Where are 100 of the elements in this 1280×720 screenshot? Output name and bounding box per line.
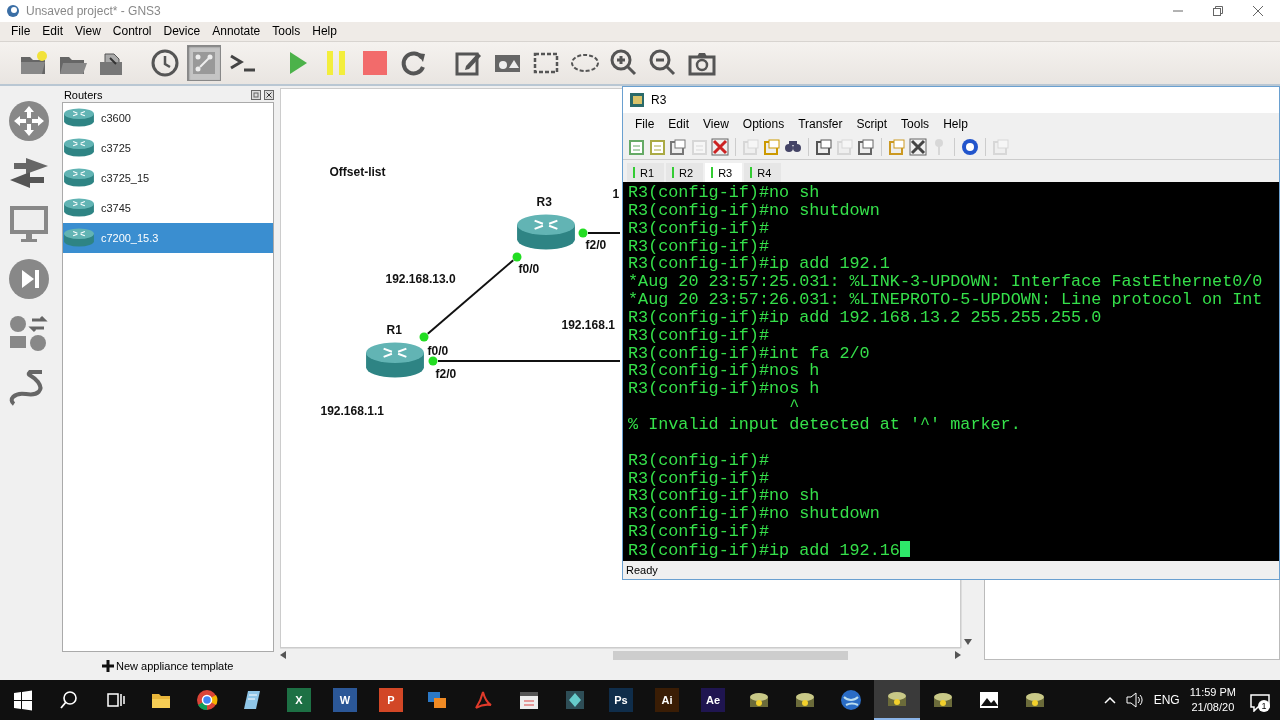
- routers-category-button[interactable]: [7, 99, 50, 142]
- disconnect-icon[interactable]: [711, 138, 729, 156]
- windows-icon: [12, 689, 34, 711]
- terminal-line: R3(config-if)#ip add 192.16: [628, 540, 900, 560]
- notification-count: 1: [1258, 700, 1270, 712]
- menu-item[interactable]: Help: [937, 117, 974, 131]
- terminal-line: R3(config-if)#nos h: [628, 379, 820, 399]
- app-tile-icon: Ae: [701, 688, 725, 712]
- chevron-up-icon[interactable]: [1103, 696, 1116, 704]
- session-tab[interactable]: R1: [627, 163, 665, 182]
- scroll-right-icon[interactable]: [954, 651, 961, 660]
- template-name: c7200_15.3: [100, 231, 159, 244]
- node-name: R1: [386, 322, 402, 337]
- menu-item[interactable]: View: [70, 24, 106, 39]
- terminal-line: R3(config-if)#: [628, 522, 769, 542]
- terminal-line: R3(config-if)#no sh: [628, 486, 820, 506]
- menu-item[interactable]: Options: [736, 117, 791, 131]
- search-icon: [58, 689, 80, 711]
- restore-icon[interactable]: [1212, 4, 1224, 17]
- print-setup-icon[interactable]: [815, 138, 833, 156]
- end-devices-category-button[interactable]: [7, 203, 50, 244]
- menu-item[interactable]: Help: [307, 24, 342, 39]
- session-tab[interactable]: R2: [666, 163, 704, 182]
- menu-item[interactable]: View: [697, 117, 735, 131]
- status-text: Ready: [625, 563, 659, 578]
- terminal-line: R3(config-if)#no shutdown: [628, 504, 880, 524]
- taskbar-app-button[interactable]: W: [322, 680, 368, 720]
- interface-label: f0/0: [427, 343, 449, 358]
- help-icon[interactable]: [961, 138, 979, 156]
- menu-item[interactable]: Annotate: [207, 24, 266, 39]
- taskbar-app-button[interactable]: [874, 680, 920, 720]
- settings-icon[interactable]: [909, 138, 927, 156]
- notification-icon[interactable]: [1250, 694, 1270, 712]
- printer-icon[interactable]: [857, 138, 875, 156]
- taskbar-app-button[interactable]: Ai: [644, 680, 690, 720]
- folder-icon[interactable]: [669, 138, 687, 156]
- router-template-item[interactable]: c7200_15.3: [62, 222, 273, 253]
- menu-item[interactable]: Device: [158, 24, 206, 39]
- interface-labels-button[interactable]: [187, 44, 221, 81]
- router-template-item[interactable]: c3745: [62, 192, 273, 223]
- app-tile-icon: X: [287, 688, 311, 712]
- network-label: 192.168.13.0: [385, 271, 456, 286]
- network-link[interactable]: [436, 359, 621, 362]
- app-icon: [6, 3, 20, 18]
- app-tile-icon: P: [379, 688, 403, 712]
- menu-item[interactable]: Control: [107, 24, 157, 39]
- menu-item[interactable]: Script: [850, 117, 894, 131]
- taskbar-app-button[interactable]: P: [368, 680, 414, 720]
- menu-item[interactable]: File: [629, 117, 661, 131]
- device-grid-icon: [7, 313, 50, 354]
- scroll-down-icon[interactable]: [963, 638, 972, 645]
- terminal-line: R3(config-if)#ip add 192.1: [628, 254, 890, 274]
- port-dot: [578, 228, 587, 238]
- float-icon[interactable]: [250, 89, 261, 100]
- menu-item[interactable]: Transfer: [792, 117, 849, 131]
- port-dot: [428, 356, 437, 366]
- terminal-line: R3(config-if)#: [628, 468, 769, 488]
- clock-date[interactable]: 21/08/20: [1191, 700, 1235, 715]
- close-icon[interactable]: [1252, 4, 1264, 17]
- terminal-line: *Aug 20 23:57:25.031: %LINK-3-UPDOWN: Interface FastEthernet0/0: [628, 272, 1263, 292]
- menu-item[interactable]: Edit: [37, 24, 69, 39]
- terminal-line: ^: [788, 397, 800, 417]
- scroll-left-icon[interactable]: [279, 651, 286, 660]
- router-template-item[interactable]: c3600: [62, 102, 273, 133]
- close-icon[interactable]: [263, 89, 274, 100]
- session-tab[interactable]: R3: [705, 163, 743, 182]
- router-template-item[interactable]: c3725_15: [62, 162, 273, 193]
- port-dot: [512, 252, 521, 262]
- text-note: Offset-list: [329, 164, 386, 179]
- interface-label: f2/0: [435, 366, 457, 381]
- taskbar-app-button[interactable]: X: [276, 680, 322, 720]
- zoom-in-icon: [609, 47, 639, 78]
- router-template-item[interactable]: c3725: [62, 132, 273, 163]
- node-name: R3: [536, 194, 552, 209]
- menu-item[interactable]: Tools: [895, 117, 936, 131]
- new-template-button[interactable]: New appliance template: [61, 652, 274, 680]
- session-tab[interactable]: R4: [744, 163, 782, 182]
- taskbar-app-button[interactable]: Ps: [598, 680, 644, 720]
- globe-icon: [840, 689, 862, 711]
- terminal-line: R3(config-if)#no shutdown: [628, 200, 880, 220]
- menu-item[interactable]: Edit: [662, 117, 696, 131]
- taskbar-app-button[interactable]: Ae: [690, 680, 736, 720]
- language-indicator[interactable]: ENG: [1153, 693, 1180, 707]
- zoom-out-icon: [648, 47, 678, 78]
- security-category-button[interactable]: [7, 257, 50, 300]
- menu-item[interactable]: File: [6, 24, 36, 39]
- connect-icon[interactable]: [627, 138, 645, 156]
- port-dot: [419, 332, 428, 342]
- volume-icon[interactable]: [1125, 692, 1144, 708]
- scrollbar-thumb[interactable]: [612, 650, 848, 660]
- template-name: c3725_15: [100, 171, 150, 184]
- menu-item[interactable]: Tools: [267, 24, 306, 39]
- template-name: c3745: [100, 201, 131, 214]
- window-title: R3: [651, 93, 667, 107]
- all-devices-category-button[interactable]: [7, 313, 50, 354]
- clock-time[interactable]: 11:59 PM: [1189, 685, 1236, 700]
- network-link[interactable]: [586, 231, 621, 234]
- template-name: c3725: [100, 141, 131, 154]
- terminal-line: R3(config-if)#int fa 2/0: [628, 343, 870, 363]
- app-tile-icon: W: [333, 688, 357, 712]
